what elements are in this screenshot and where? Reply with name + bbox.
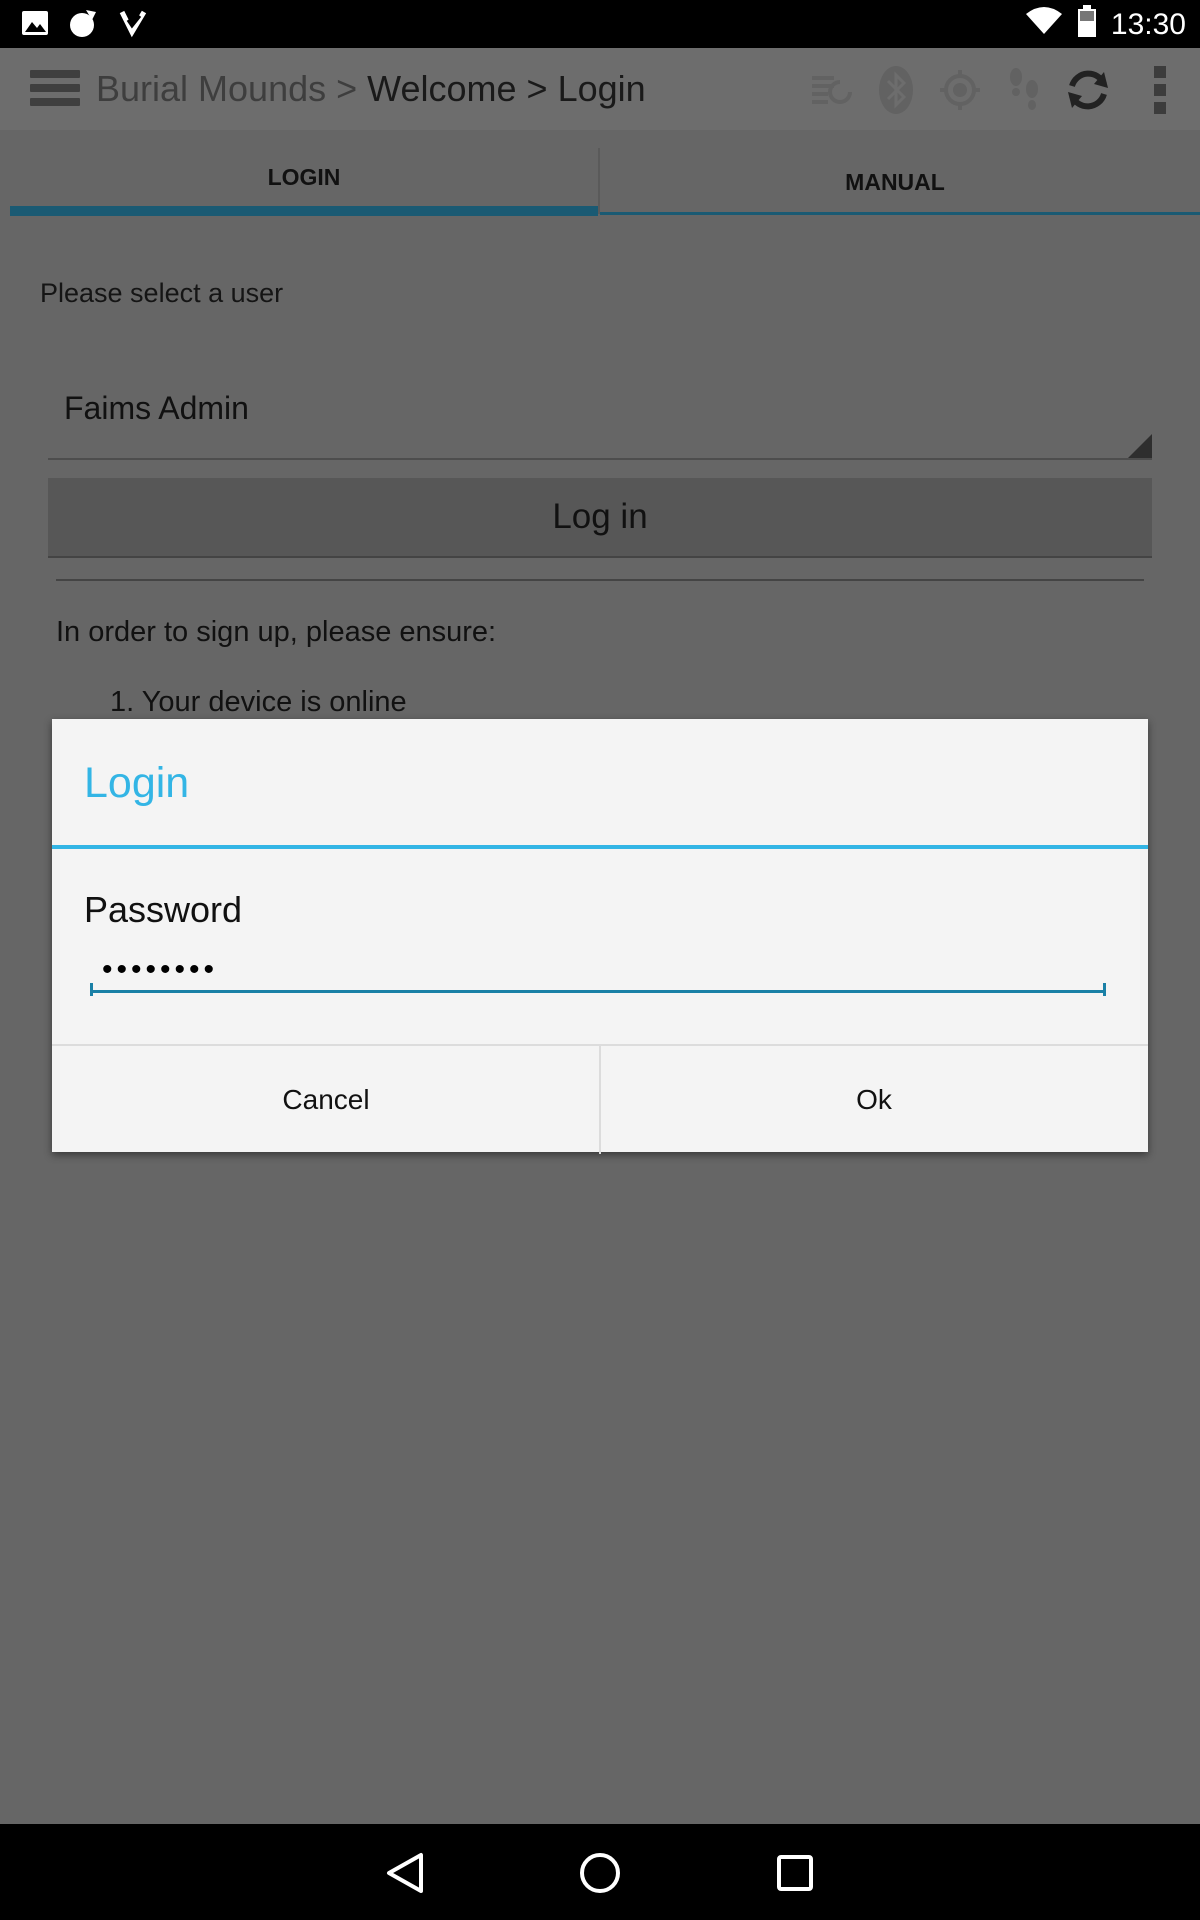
login-dialog: Login Password Cancel Ok [52,719,1148,1154]
password-label: Password [84,889,243,930]
dialog-title: Login [84,759,190,807]
menu-icon[interactable] [30,70,80,110]
home-icon[interactable] [573,1846,627,1900]
select-user-label: Please select a user [40,278,284,308]
recents-icon[interactable] [768,1846,822,1900]
battery-icon [1077,5,1097,45]
user-select[interactable]: Faims Admin [48,368,1152,460]
input-edge-right [1103,983,1106,996]
sync-list-icon[interactable] [800,58,864,122]
dialog-title-divider [52,845,1148,849]
wifi-icon [1025,6,1063,44]
password-field[interactable] [90,949,1106,993]
tab-login[interactable]: LOGIN [10,148,598,216]
tab-manual[interactable]: MANUAL [600,148,1190,216]
tab-bar: LOGIN MANUAL [10,148,1200,216]
signup-instructions: In order to sign up, please ensure: [56,616,497,648]
action-bar: Burial Mounds > Welcome > Login [0,48,1200,130]
divider [56,579,1144,581]
log-in-button[interactable]: Log in [48,478,1152,558]
back-icon[interactable] [378,1846,432,1900]
cat-icon [68,8,100,43]
cancel-button[interactable]: Cancel [52,1046,600,1154]
clock: 13:30 [1110,8,1186,41]
breadcrumb-parent[interactable]: Burial Mounds > [96,68,367,109]
tab-underline [600,212,1200,215]
dropdown-arrow-icon [1128,434,1152,458]
input-edge-left [90,983,93,996]
signup-step-1: 1. Your device is online [110,686,407,718]
gps-icon[interactable] [928,58,992,122]
overflow-menu-icon[interactable] [1120,58,1200,122]
selected-user: Faims Admin [64,390,249,426]
breadcrumb: Burial Mounds > Welcome > Login [96,68,646,110]
tracking-icon[interactable] [992,58,1056,122]
sync-icon[interactable] [1056,58,1120,122]
ok-button[interactable]: Ok [600,1046,1148,1154]
dialog-button-bar: Cancel Ok [52,1044,1148,1154]
download-check-icon [118,8,148,43]
navigation-bar [0,1824,1200,1920]
bluetooth-icon[interactable] [864,58,928,122]
status-bar: 13:30 [0,0,1200,48]
breadcrumb-current: Welcome > Login [367,68,646,109]
image-icon [20,8,50,43]
